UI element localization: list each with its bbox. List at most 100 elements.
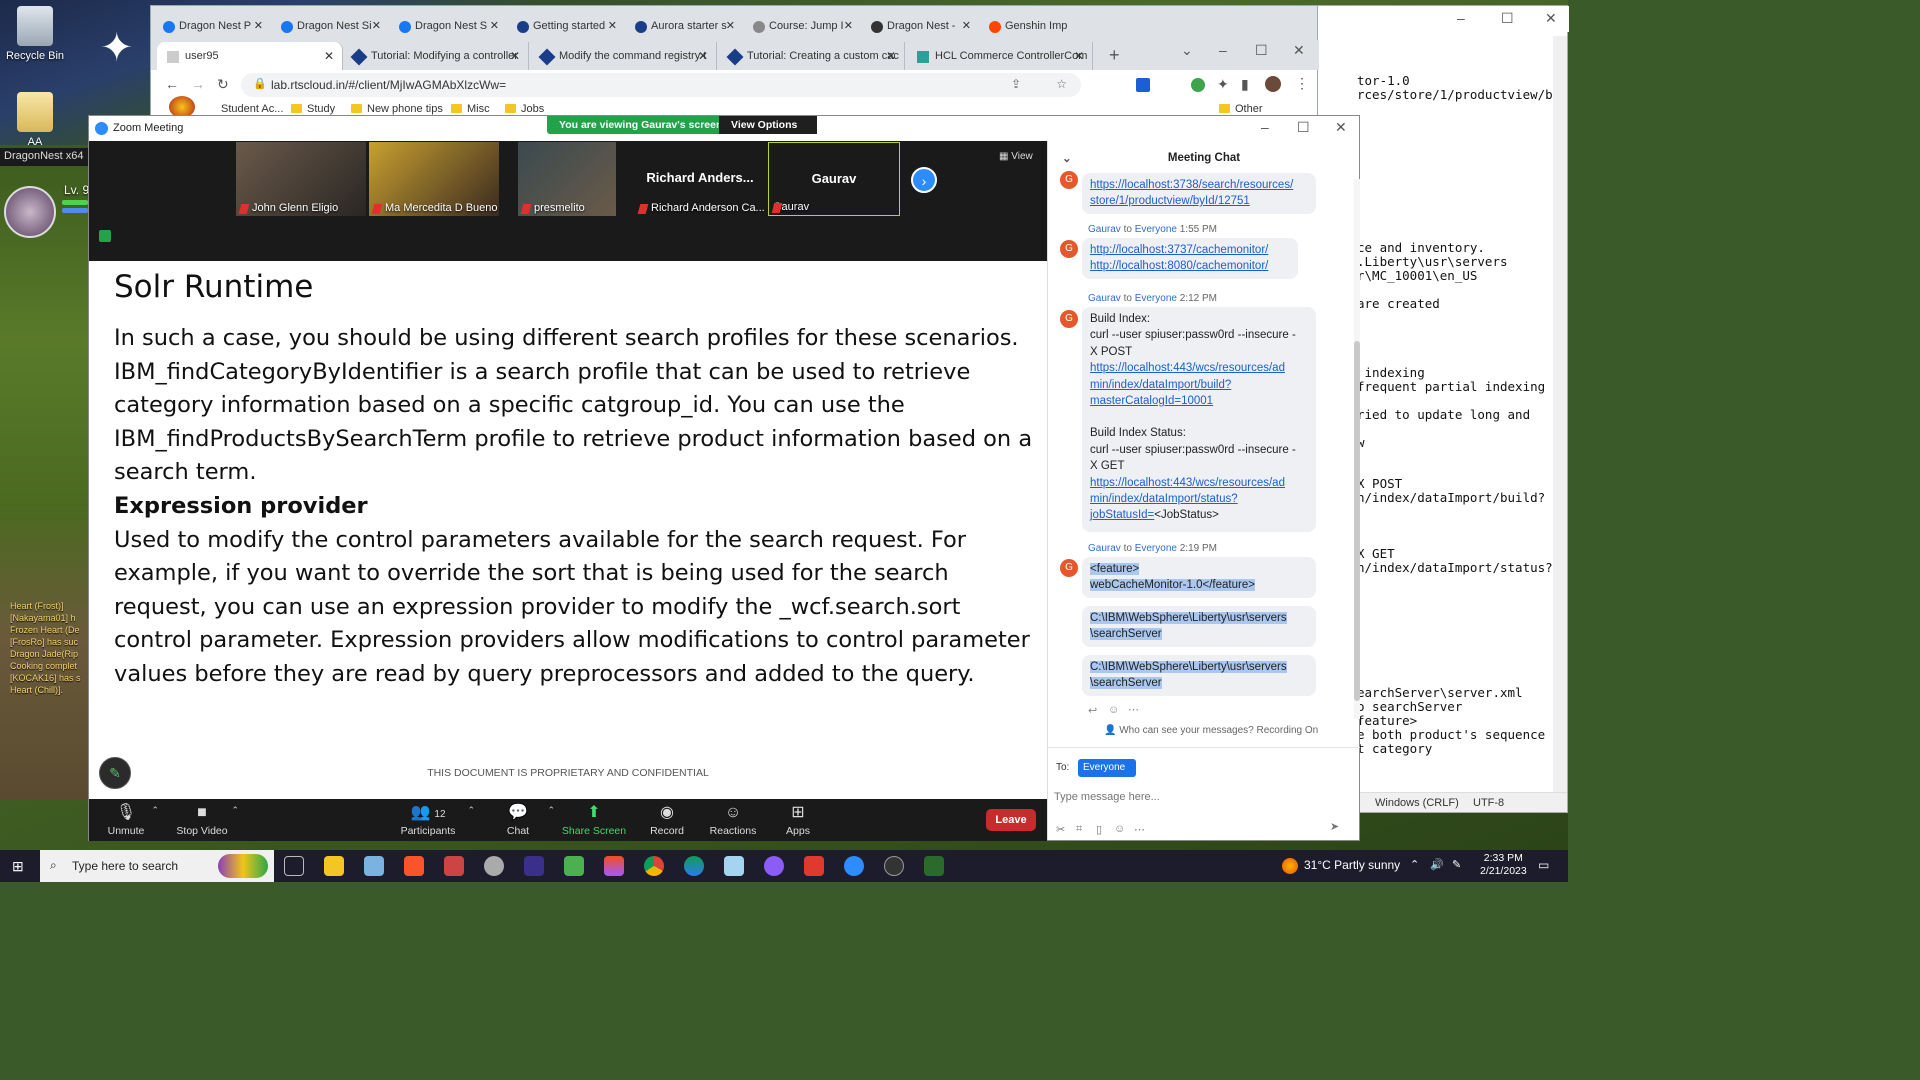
- browser-tab[interactable]: Aurora starter s ✕: [623, 14, 741, 40]
- notepad-plus-icon[interactable]: [564, 856, 584, 876]
- notepad-scrollbar[interactable]: [1553, 36, 1567, 792]
- browser-tab[interactable]: Genshin Imp: [977, 14, 1095, 40]
- who-can-see-notice[interactable]: 👤 Who can see your messages? Recording O…: [1104, 725, 1318, 736]
- bookmark-folder-study[interactable]: Study: [291, 103, 335, 115]
- browser-window[interactable]: Dragon Nest P ✕ Dragon Nest Si ✕ Dragon Ne…: [150, 5, 1319, 127]
- close-tab-icon[interactable]: ✕: [962, 19, 971, 32]
- more-icon[interactable]: ⋯: [1134, 823, 1145, 836]
- browser-tab-active[interactable]: user95 ✕: [157, 42, 343, 70]
- leave-button[interactable]: Leave: [986, 809, 1036, 831]
- recipient-dropdown[interactable]: Everyone ⌄: [1078, 759, 1136, 784]
- participant-tile[interactable]: Ma Mercedita D Bueno: [369, 142, 499, 216]
- browser-tab[interactable]: Dragon Nest Si ✕: [269, 14, 387, 40]
- browser-tab[interactable]: Modify the command registry t ✕: [531, 42, 717, 70]
- file-explorer-icon[interactable]: [324, 856, 344, 876]
- close-tab-icon[interactable]: ✕: [510, 49, 520, 63]
- volume-icon[interactable]: 🔊: [1430, 858, 1444, 871]
- zoom-taskbar-icon[interactable]: [844, 856, 864, 876]
- close-tab-icon[interactable]: ✕: [726, 19, 735, 32]
- messenger-icon[interactable]: [764, 856, 784, 876]
- tab-search-icon[interactable]: ⌄: [1181, 42, 1193, 59]
- participant-tile[interactable]: presmelito: [518, 142, 616, 216]
- maximize-icon[interactable]: ☐: [1501, 10, 1514, 27]
- caret-up-icon[interactable]: ⌃: [231, 805, 239, 816]
- participants-button[interactable]: 👥 12 Participants ⌃: [393, 801, 475, 837]
- menu-kebab-icon[interactable]: ⋮: [1295, 75, 1309, 92]
- participant-tile[interactable]: John Glenn Eligio: [236, 142, 366, 216]
- extension-icon[interactable]: [1136, 78, 1150, 92]
- notifications-icon[interactable]: ▭: [1538, 858, 1549, 872]
- dragon-nest-taskbar-icon[interactable]: [924, 856, 944, 876]
- weather-text[interactable]: 31°C Partly sunny: [1304, 858, 1400, 872]
- chat-scrollbar-thumb[interactable]: [1354, 341, 1360, 701]
- extension-icon[interactable]: [1191, 78, 1205, 92]
- side-panel-icon[interactable]: ▮: [1241, 76, 1249, 93]
- close-icon[interactable]: ✕: [1293, 42, 1305, 59]
- view-options-button[interactable]: View Options ⌄: [719, 116, 817, 143]
- back-icon[interactable]: ←: [165, 76, 179, 92]
- browser-tab[interactable]: HCL Commerce ControllerCom ✕: [907, 42, 1093, 70]
- chat-link[interactable]: min/index/dataImport/status?: [1090, 493, 1238, 505]
- close-tab-icon[interactable]: ✕: [886, 49, 896, 63]
- close-tab-icon[interactable]: ✕: [324, 49, 334, 63]
- close-tab-icon[interactable]: ✕: [844, 19, 853, 32]
- chat-link[interactable]: min/index/dataImport/build?: [1090, 379, 1231, 391]
- browser-tab[interactable]: Course: Jump I ✕: [741, 14, 859, 40]
- bookmark-folder-new-phone-tips[interactable]: New phone tips: [351, 103, 443, 115]
- minimize-icon[interactable]: –: [1261, 119, 1269, 135]
- bookmark-star-icon[interactable]: ☆: [1056, 77, 1067, 91]
- participant-tile-active-speaker[interactable]: Gaurav Gaurav: [768, 142, 900, 216]
- chat-link[interactable]: masterCatalogId=10001: [1090, 395, 1213, 407]
- close-tab-icon[interactable]: ✕: [608, 19, 617, 32]
- reply-icon[interactable]: ↩: [1088, 704, 1097, 717]
- app-icon[interactable]: [444, 856, 464, 876]
- clock[interactable]: 2:33 PM 2/21/2023: [1480, 852, 1527, 878]
- close-icon[interactable]: ✕: [1335, 119, 1347, 136]
- vivaldi-icon[interactable]: [804, 856, 824, 876]
- brave-icon[interactable]: [404, 856, 424, 876]
- notepad-text-area[interactable]: tor-1.0 rces/store/1/productview/byId/1 c…: [1357, 74, 1567, 774]
- reload-icon[interactable]: ↻: [217, 76, 229, 93]
- browser-tab[interactable]: Dragon Nest - ✕: [859, 14, 977, 40]
- encryption-shield-icon[interactable]: [99, 230, 111, 242]
- code-snippet-icon[interactable]: ⌗: [1076, 823, 1082, 836]
- extensions-puzzle-icon[interactable]: ✦: [1217, 76, 1229, 93]
- close-tab-icon[interactable]: ✕: [254, 19, 263, 32]
- app-icon[interactable]: [484, 856, 504, 876]
- participant-tile[interactable]: Richard Anders... Richard Anderson Ca...: [635, 142, 765, 216]
- minimize-icon[interactable]: –: [1219, 42, 1227, 58]
- new-tab-icon[interactable]: +: [1109, 45, 1120, 66]
- screenshot-icon[interactable]: ✂: [1056, 823, 1065, 836]
- aa-shortcut[interactable]: AA: [0, 92, 70, 148]
- game-character-avatar[interactable]: [4, 186, 56, 238]
- more-options-icon[interactable]: ⋯: [1128, 703, 1139, 716]
- bookmark-student[interactable]: Student Ac...: [221, 103, 283, 115]
- chat-link[interactable]: store/1/productview/byId/12751: [1090, 195, 1250, 207]
- close-tab-icon[interactable]: ✕: [1074, 49, 1084, 63]
- chat-link[interactable]: jobStatusId=: [1090, 509, 1154, 521]
- send-icon[interactable]: ➤: [1330, 820, 1339, 833]
- zoom-window[interactable]: Zoom Meeting – ☐ ✕ You are viewing Gaura…: [88, 115, 1360, 841]
- record-button[interactable]: ◉ Record: [632, 801, 702, 837]
- caret-up-icon[interactable]: ⌃: [151, 805, 159, 816]
- profile-avatar[interactable]: [1265, 76, 1281, 92]
- recycle-bin-shortcut[interactable]: Recycle Bin: [0, 6, 70, 62]
- close-tab-icon[interactable]: ✕: [372, 19, 381, 32]
- apps-button[interactable]: ⊞ Apps: [763, 801, 833, 837]
- task-view-icon[interactable]: [284, 856, 304, 876]
- chat-link[interactable]: https://localhost:443/wcs/resources/ad: [1090, 477, 1285, 489]
- chevron-down-icon[interactable]: ⌄: [1062, 151, 1072, 165]
- edge-icon[interactable]: [684, 856, 704, 876]
- pen-icon[interactable]: ✎: [1452, 858, 1461, 871]
- forward-icon[interactable]: →: [191, 76, 205, 92]
- view-button[interactable]: ▦ View: [999, 151, 1033, 162]
- chat-link[interactable]: https://localhost:443/wcs/resources/ad: [1090, 362, 1285, 374]
- close-icon[interactable]: ✕: [1545, 10, 1557, 27]
- close-tab-icon[interactable]: ✕: [698, 49, 708, 63]
- chat-link[interactable]: http://localhost:3737/cachemonitor/: [1090, 244, 1268, 256]
- close-tab-icon[interactable]: ✕: [490, 19, 499, 32]
- browser-tab[interactable]: Getting started ✕: [505, 14, 623, 40]
- app-icon[interactable]: [884, 856, 904, 876]
- taskbar-search[interactable]: ⌕ Type here to search: [40, 850, 274, 882]
- caret-up-icon[interactable]: ⌃: [467, 805, 475, 816]
